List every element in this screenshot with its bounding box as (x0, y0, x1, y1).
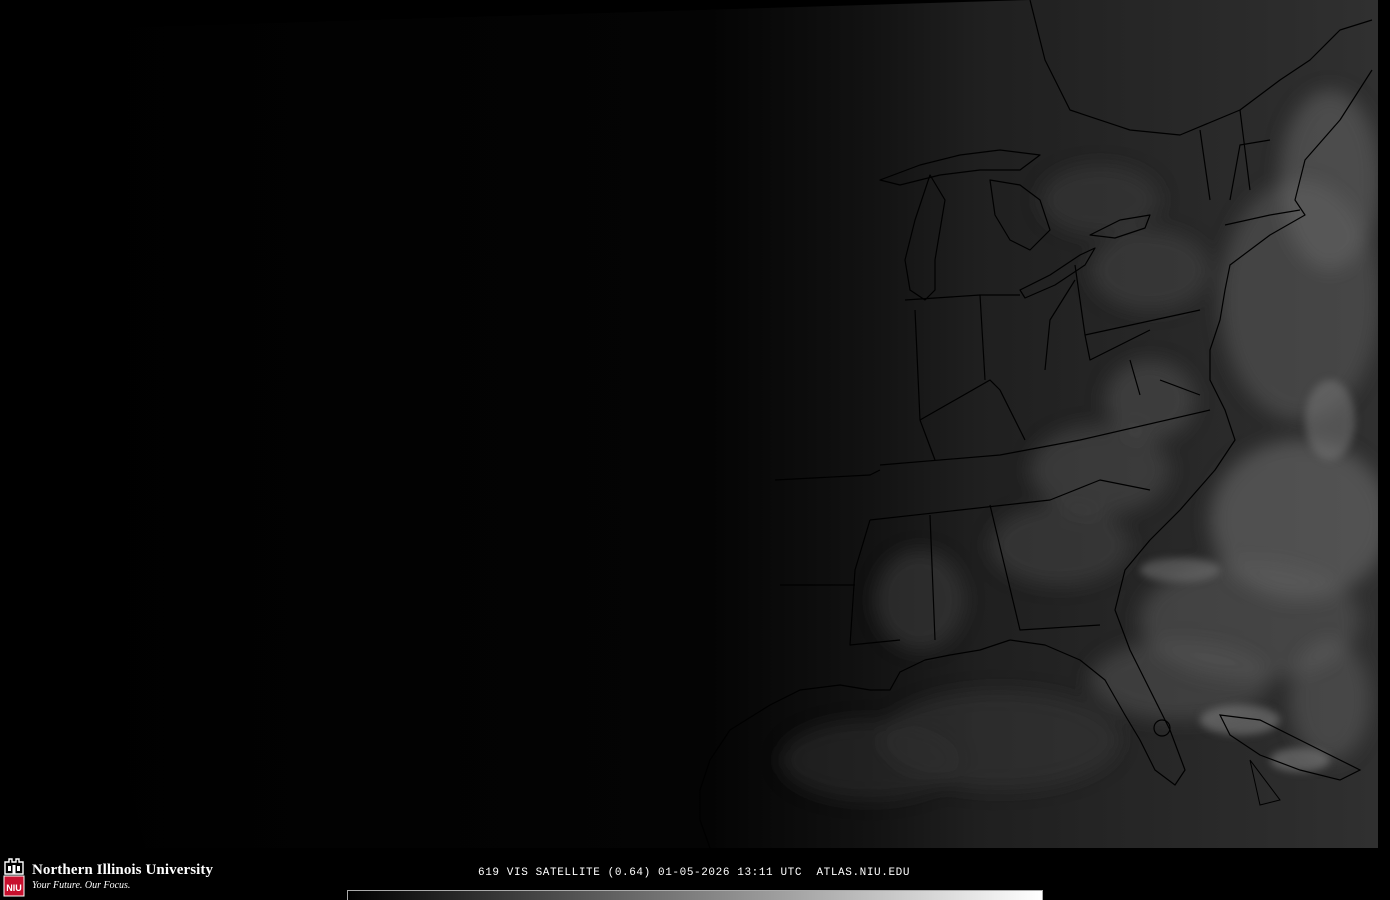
university-tagline: Your Future. Our Focus. (32, 880, 131, 891)
logo-text: Northern Illinois University Your Future… (32, 863, 213, 891)
niu-logo: NIU Northern Illinois University Your Fu… (2, 856, 213, 898)
satellite-viewer: NIU Northern Illinois University Your Fu… (0, 0, 1390, 900)
niu-logo-mark-text: NIU (6, 883, 22, 893)
niu-logo-icon: NIU (2, 856, 26, 898)
brightness-colorbar (347, 890, 1043, 900)
university-name: Northern Illinois University (32, 862, 214, 878)
image-caption: 619 VIS SATELLITE (0.64) 01-05-2026 13:1… (478, 867, 911, 879)
footer: NIU Northern Illinois University Your Fu… (0, 848, 1390, 900)
satellite-image (40, 0, 1390, 848)
